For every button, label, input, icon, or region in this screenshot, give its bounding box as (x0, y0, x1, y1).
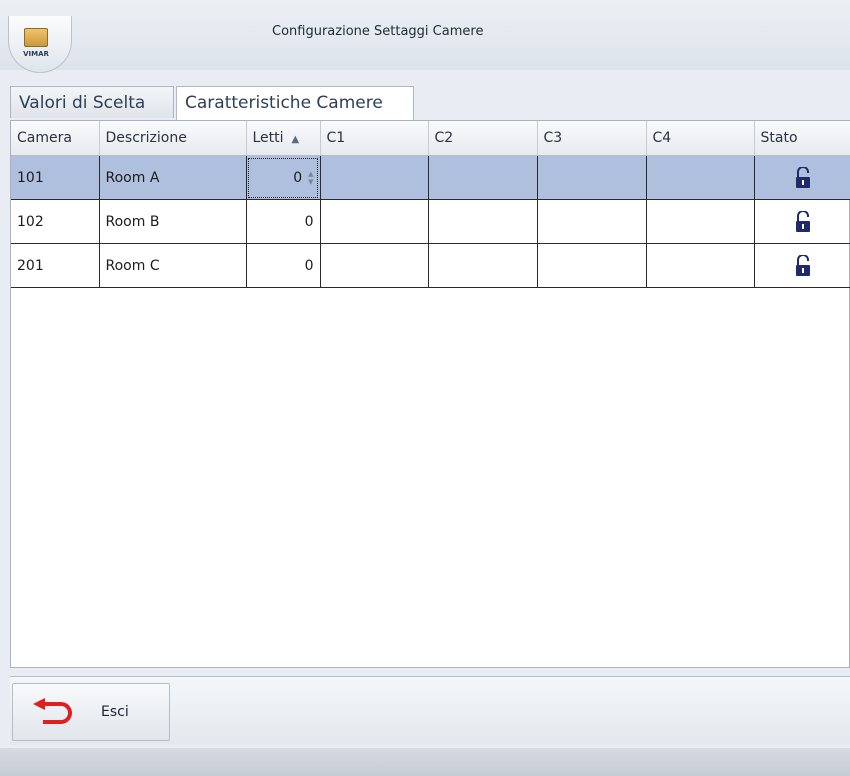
rooms-table: Camera Descrizione Letti ▲ C1 C2 C3 C4 St… (11, 121, 850, 288)
rooms-grid-panel: Camera Descrizione Letti ▲ C1 C2 C3 C4 St… (10, 120, 850, 668)
exit-button[interactable]: Esci (12, 683, 170, 741)
column-header-descrizione[interactable]: Descrizione (99, 121, 247, 156)
column-header-letti[interactable]: Letti ▲ (246, 121, 321, 156)
table-row[interactable]: 201 Room C 0 (11, 243, 850, 288)
title-bar: VIMAR Configurazione Settaggi Camere (0, 0, 850, 73)
cell-stato[interactable] (754, 155, 850, 200)
unlocked-icon[interactable] (794, 166, 812, 189)
cell-c1[interactable] (320, 155, 429, 200)
window-title: Configurazione Settaggi Camere (272, 24, 484, 39)
unlocked-icon[interactable] (794, 210, 812, 233)
cell-c2[interactable] (428, 155, 538, 200)
cell-camera[interactable]: 201 (11, 243, 100, 288)
cell-descrizione[interactable]: Room C (99, 243, 247, 288)
logo-text: VIMAR (23, 50, 49, 58)
bottom-toolbar: Esci (10, 676, 850, 745)
column-header-c2[interactable]: C2 (428, 121, 538, 156)
cell-camera[interactable]: 102 (11, 199, 100, 244)
tab-valori-di-scelta[interactable]: Valori di Scelta (10, 86, 174, 118)
cell-c2[interactable] (428, 243, 538, 288)
cell-c1[interactable] (320, 243, 429, 288)
table-row[interactable]: 101 Room A 0 ▲ ▼ (11, 155, 850, 200)
table-header-row: Camera Descrizione Letti ▲ C1 C2 C3 C4 St… (11, 121, 850, 156)
cell-letti[interactable]: 0 (246, 243, 321, 288)
cell-c4[interactable] (646, 243, 755, 288)
cell-letti-editor[interactable]: 0 ▲ ▼ (246, 155, 321, 200)
sort-ascending-icon: ▲ (291, 134, 300, 145)
cell-c4[interactable] (646, 155, 755, 200)
cell-c3[interactable] (537, 155, 647, 200)
cell-descrizione[interactable]: Room A (99, 155, 247, 200)
exit-button-label: Esci (101, 704, 129, 720)
status-bar (0, 748, 850, 776)
cell-camera[interactable]: 101 (11, 155, 100, 200)
column-header-c1[interactable]: C1 (320, 121, 429, 156)
cell-c1[interactable] (320, 199, 429, 244)
cell-c3[interactable] (537, 243, 647, 288)
column-header-stato[interactable]: Stato (754, 121, 850, 156)
cell-stato[interactable] (754, 243, 850, 288)
back-arrow-icon (33, 698, 72, 724)
cell-c4[interactable] (646, 199, 755, 244)
spinner-arrows-icon[interactable]: ▲ ▼ (308, 170, 313, 186)
cell-c2[interactable] (428, 199, 538, 244)
cell-letti[interactable]: 0 (246, 199, 321, 244)
cell-descrizione[interactable]: Room B (99, 199, 247, 244)
cell-c3[interactable] (537, 199, 647, 244)
tab-caratteristiche-camere[interactable]: Caratteristiche Camere (176, 86, 414, 120)
unlocked-icon[interactable] (794, 254, 812, 277)
column-header-c4[interactable]: C4 (646, 121, 755, 156)
vimar-logo-icon (24, 28, 48, 47)
app-window: VIMAR Configurazione Settaggi Camere Val… (0, 0, 850, 776)
cell-stato[interactable] (754, 199, 850, 244)
column-header-camera[interactable]: Camera (11, 121, 100, 156)
column-header-c3[interactable]: C3 (537, 121, 647, 156)
table-row[interactable]: 102 Room B 0 (11, 199, 850, 244)
